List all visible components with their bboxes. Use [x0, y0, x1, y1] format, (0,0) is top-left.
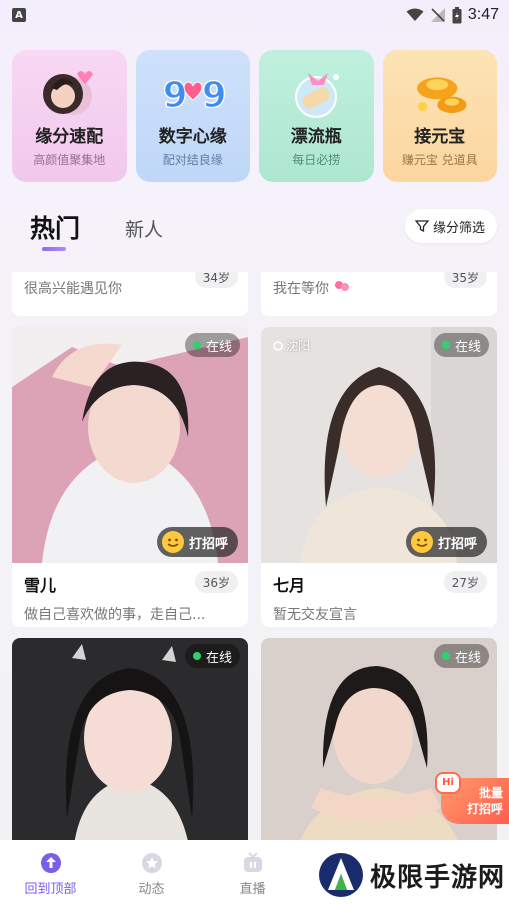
app-notification-icon: A [12, 8, 26, 22]
user-bio: 做自己喜欢做的事，走自己... [24, 607, 206, 623]
hi-bubble-icon: Hi [435, 772, 461, 794]
filter-icon [414, 220, 429, 233]
wifi-icon [406, 8, 424, 21]
greet-button[interactable]: 打招呼 [156, 527, 238, 557]
feature-title: 缘分速配 [35, 127, 104, 147]
number-heart-icon: 9 9 [161, 62, 225, 122]
user-bio: 暂无交友宣言 [273, 607, 357, 623]
no-signal-icon [430, 8, 445, 22]
user-photo[interactable]: 沈阳 在线 打招呼 [261, 327, 497, 563]
tab-new[interactable]: 新人 [125, 215, 163, 242]
watermark-logo-icon [319, 853, 363, 897]
tab-hot[interactable]: 热门 [30, 209, 80, 245]
feature-subtitle: 每日必捞 [292, 153, 341, 167]
user-card[interactable]: 在线 [12, 638, 248, 840]
online-badge: 在线 [184, 333, 240, 357]
online-badge: 在线 [184, 644, 240, 668]
filter-label: 缘分筛选 [432, 220, 485, 236]
arrow-up-icon [40, 853, 61, 873]
tv-icon [243, 852, 262, 872]
feature-title: 数字心缘 [158, 127, 227, 147]
svg-text:9: 9 [163, 75, 188, 116]
user-photo[interactable]: 在线 打招呼 [12, 327, 248, 563]
nav-back-to-top[interactable]: 回到顶部 [0, 840, 101, 904]
user-card[interactable]: 34岁 很高兴能遇见你 [12, 272, 248, 316]
tab-indicator [42, 247, 66, 251]
clock: 3:47 [467, 6, 499, 23]
star-icon [141, 853, 162, 873]
gold-ingot-icon [408, 62, 472, 122]
age-badge: 27岁 [443, 571, 487, 593]
user-photo[interactable]: 在线 [12, 638, 248, 840]
wave-emoji-icon [410, 531, 433, 553]
user-card[interactable]: 沈阳 在线 打招呼 七月 27岁 暂无交友宣言 [261, 327, 497, 627]
drift-bottle-icon [284, 62, 348, 122]
fate-filter-button[interactable]: 缘分筛选 [404, 209, 497, 243]
feature-number-fate[interactable]: 9 9 数字心缘 配对结良缘 [135, 50, 250, 182]
battery-icon [452, 6, 462, 23]
wave-emoji-icon [161, 531, 184, 553]
online-badge: 在线 [433, 333, 489, 357]
batch-greet-button[interactable]: Hi 批量 打招呼 [435, 772, 509, 824]
tab-bar: 热门 新人 缘分筛选 [0, 205, 509, 255]
watermark: 极限手游网 [318, 852, 505, 898]
location-pin-icon [273, 340, 283, 351]
avatar-pair-icon [37, 62, 101, 122]
feature-title: 漂流瓶 [290, 127, 342, 147]
feature-subtitle: 配对结良缘 [162, 153, 223, 167]
feature-cards: 缘分速配 高颜值聚集地 9 9 数字心缘 配对结良缘 漂流瓶 每日必捞 接元宝 … [12, 50, 497, 182]
feature-title: 接元宝 [414, 127, 466, 147]
age-badge: 34岁 [194, 272, 238, 288]
user-feed[interactable]: 34岁 很高兴能遇见你 35岁 我在等你 在线 打招呼 雪儿 36岁 做自己喜欢… [0, 272, 509, 840]
watermark-text: 极限手游网 [370, 862, 506, 893]
user-card[interactable]: 在线 打招呼 雪儿 36岁 做自己喜欢做的事，走自己... [12, 327, 248, 627]
nav-live[interactable]: 直播 [202, 840, 303, 904]
user-card[interactable]: 35岁 我在等你 [261, 272, 497, 316]
age-badge: 36岁 [194, 571, 238, 593]
feature-gold-ingot[interactable]: 接元宝 赚元宝 兑道具 [382, 50, 497, 182]
greet-button[interactable]: 打招呼 [405, 527, 487, 557]
svg-text:9: 9 [202, 75, 225, 116]
feature-drift-bottle[interactable]: 漂流瓶 每日必捞 [259, 50, 374, 182]
feature-subtitle: 高颜值聚集地 [33, 153, 106, 167]
feature-subtitle: 赚元宝 兑道具 [401, 153, 478, 167]
flower-icon [335, 281, 350, 291]
nav-moments[interactable]: 动态 [101, 840, 202, 904]
status-bar: A 3:47 [0, 0, 509, 30]
location-tag: 沈阳 [273, 337, 310, 354]
age-badge: 35岁 [443, 272, 487, 288]
feature-fate-match[interactable]: 缘分速配 高颜值聚集地 [12, 50, 127, 182]
online-badge: 在线 [433, 644, 489, 668]
